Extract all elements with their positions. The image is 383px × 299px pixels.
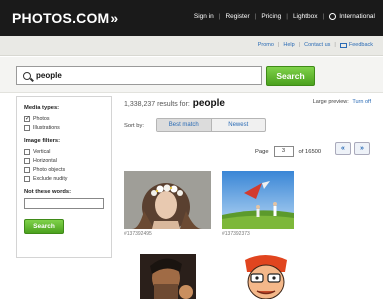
thumbnail-id: #137392373	[222, 231, 250, 237]
globe-icon	[329, 13, 337, 20]
sidebar-search-button[interactable]: Search	[24, 219, 64, 234]
feedback-mail-icon	[339, 42, 347, 48]
promo-link[interactable]: Promo	[258, 42, 274, 48]
illustrations-checkbox[interactable]	[24, 124, 30, 131]
page-total: of 16500	[298, 148, 322, 155]
contact-us-link[interactable]: Contact us	[304, 42, 330, 48]
sort-newest[interactable]: Newest	[212, 119, 266, 131]
page-number-input[interactable]: 3	[273, 146, 294, 157]
exclude-nudity-checkbox[interactable]	[24, 175, 30, 182]
sign-in-link[interactable]: Sign in	[194, 13, 214, 20]
logo[interactable]: PHOTOS.COM»	[12, 10, 118, 26]
help-link[interactable]: Help	[283, 42, 294, 48]
nav-separator: |	[286, 13, 288, 20]
vertical-label: Vertical	[33, 148, 51, 155]
register-link[interactable]: Register	[225, 13, 249, 20]
next-page-button[interactable]: »	[354, 142, 370, 155]
nav-separator: |	[218, 13, 221, 20]
media-types-heading: Media types:	[24, 105, 60, 111]
media-option-illustrations[interactable]: Illustrations	[24, 123, 104, 132]
top-nav: Sign in | Register | Pricing | Lightbox …	[194, 13, 375, 20]
image-filters-heading: Image filters:	[24, 138, 61, 144]
large-preview-toggle: Large preview: Turn off	[313, 99, 371, 105]
thumbnail-id: #137392495	[124, 231, 152, 237]
search-button[interactable]: Search	[266, 66, 315, 86]
photos-checkbox[interactable]: ✓	[24, 115, 30, 122]
nav-separator: |	[334, 42, 336, 48]
vertical-checkbox[interactable]	[24, 148, 30, 155]
thumbnail-cartoon-illustration[interactable]	[237, 254, 294, 299]
results-term: people	[192, 98, 225, 109]
horizontal-label: Horizontal	[33, 157, 57, 164]
lightbox-link[interactable]: Lightbox	[293, 13, 318, 20]
filter-sidebar: Media types: ✓ Photos Illustrations Imag…	[16, 96, 112, 258]
illustrations-label: Illustrations	[33, 124, 60, 131]
search-input[interactable]	[36, 71, 256, 80]
sort-selector: Best match Newest	[156, 118, 266, 132]
exclude-words-input[interactable]	[24, 198, 104, 209]
horizontal-checkbox[interactable]	[24, 157, 30, 164]
media-option-photos[interactable]: ✓ Photos	[24, 114, 104, 123]
top-bar: PHOTOS.COM» Sign in | Register | Pricing…	[0, 0, 383, 36]
prev-page-button[interactable]: «	[335, 142, 351, 155]
nav-separator: |	[298, 42, 301, 48]
sort-by-label: Sort by:	[124, 123, 144, 129]
photo-objects-checkbox[interactable]	[24, 166, 30, 173]
turn-off-link[interactable]: Turn off	[352, 99, 371, 105]
pagination: Page 3 of 16500	[255, 146, 321, 157]
photo-objects-label: Photo objects	[33, 166, 66, 173]
filter-option-photo-objects[interactable]: Photo objects	[24, 165, 104, 174]
search-area: Search	[0, 57, 383, 93]
not-these-words-heading: Not these words:	[24, 189, 72, 195]
nav-separator: |	[322, 13, 325, 20]
nav-separator: |	[254, 13, 257, 20]
exclude-nudity-label: Exclude nudity	[33, 175, 68, 182]
secondary-bar: Promo | Help | Contact us | Feedback	[0, 36, 383, 56]
thumbnail-couple-kite[interactable]	[222, 171, 294, 229]
filter-option-exclude-nudity[interactable]: Exclude nudity	[24, 174, 104, 183]
page-label: Page	[255, 148, 269, 155]
results-summary: 1,338,237 results for: people	[124, 98, 225, 109]
photos-label: Photos	[33, 115, 50, 122]
feedback-link[interactable]: Feedback	[349, 42, 373, 48]
nav-separator: |	[277, 42, 280, 48]
results-count: 1,338,237 results for:	[124, 101, 190, 108]
large-preview-label: Large preview:	[312, 99, 349, 105]
search-icon	[23, 71, 31, 80]
thumbnail-woman-flower-crown[interactable]	[124, 171, 211, 229]
filter-option-vertical[interactable]: Vertical	[24, 147, 104, 156]
international-link[interactable]: International	[339, 13, 375, 20]
sort-best-match[interactable]: Best match	[157, 119, 212, 131]
filter-option-horizontal[interactable]: Horizontal	[24, 156, 104, 165]
thumbnail-man-portrait[interactable]	[140, 254, 196, 299]
pricing-link[interactable]: Pricing	[261, 13, 281, 20]
logo-arrows: »	[110, 10, 119, 26]
logo-text: PHOTOS.COM	[12, 10, 110, 26]
secondary-nav: Promo | Help | Contact us | Feedback	[258, 42, 373, 48]
search-box[interactable]	[16, 66, 262, 85]
